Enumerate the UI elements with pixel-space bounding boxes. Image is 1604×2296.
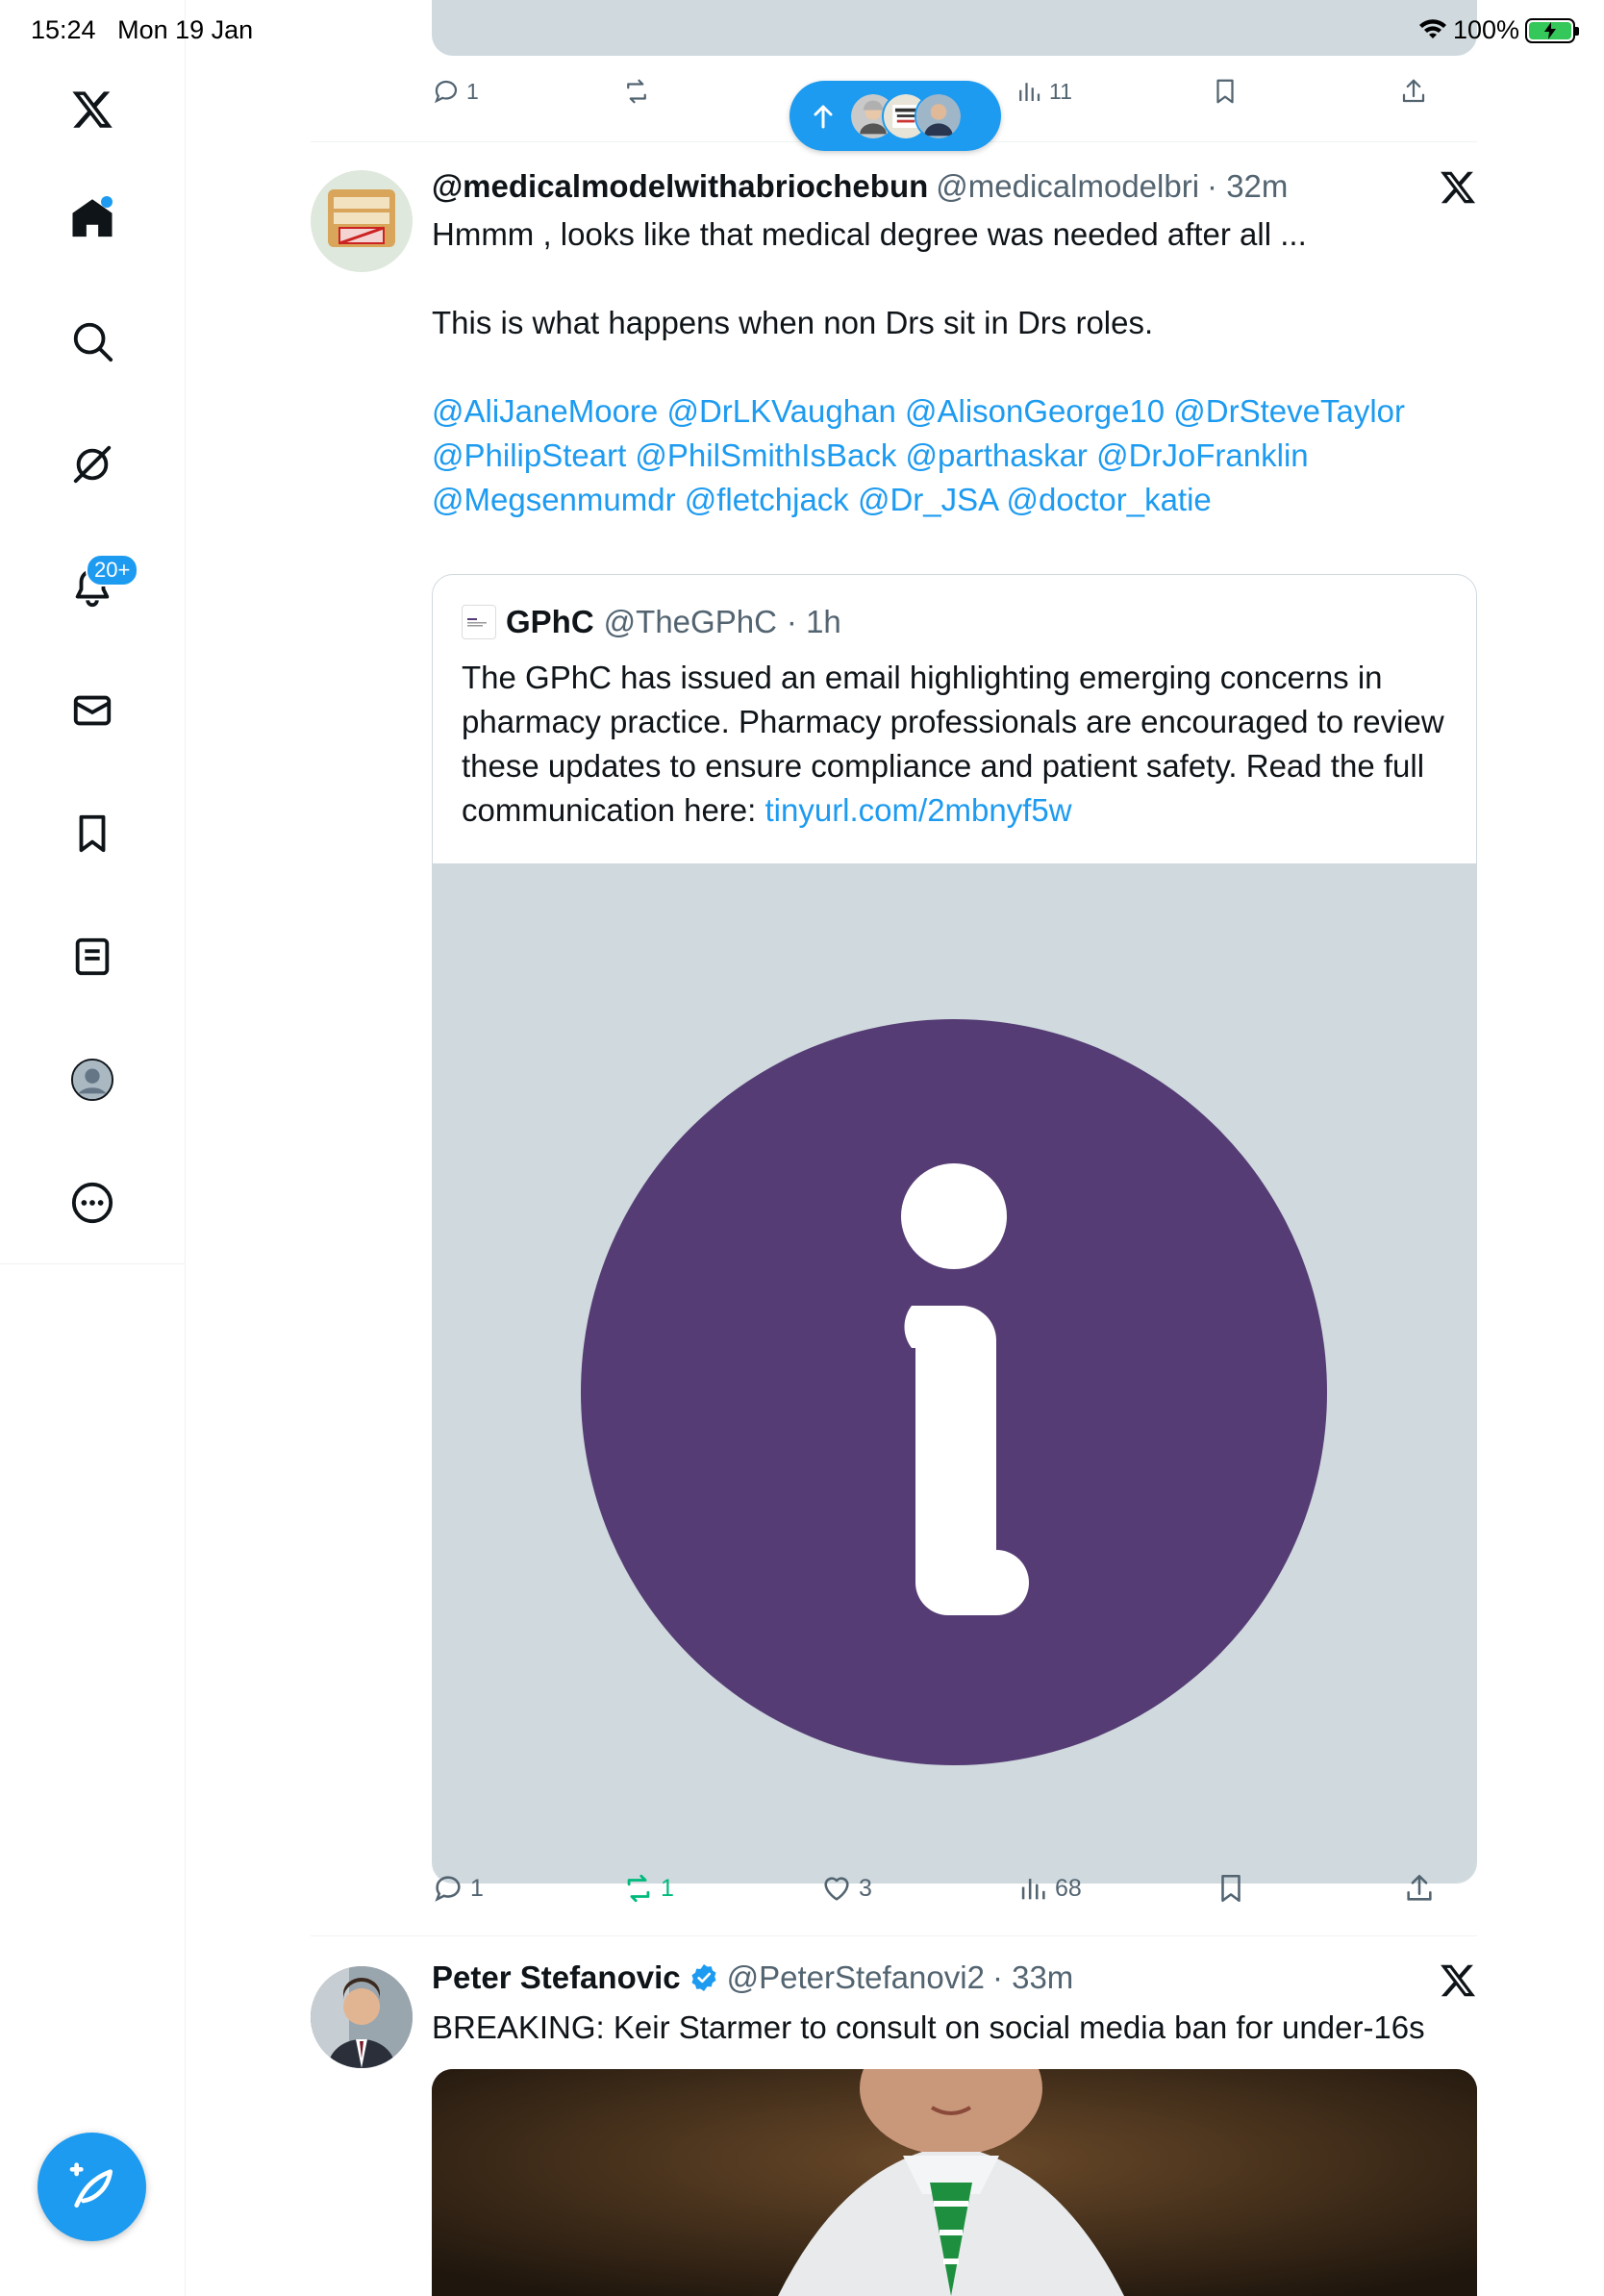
- sidebar-item-notifications[interactable]: 20+: [63, 554, 139, 617]
- sidebar-item-explore[interactable]: [63, 312, 122, 371]
- wifi-icon: [1418, 18, 1446, 38]
- sidebar-item-lists[interactable]: [63, 927, 122, 986]
- compose-button[interactable]: [38, 2133, 146, 2241]
- sidebar-item-more[interactable]: [63, 1173, 122, 1233]
- timestamp[interactable]: · 33m: [992, 1959, 1073, 1996]
- pill-avatar-icon: [915, 91, 963, 140]
- notification-badge: 20+: [86, 554, 139, 586]
- status-bar: 15:24 Mon 19 Jan 100%: [0, 0, 1604, 58]
- clock-time: 15:24: [31, 15, 96, 44]
- photo-child-image: [432, 2069, 1477, 2296]
- list-icon: [75, 937, 110, 976]
- sidebar-item-bookmarks[interactable]: [63, 804, 122, 863]
- avatar[interactable]: [311, 1966, 413, 2068]
- more-circle-icon: [71, 1182, 113, 1224]
- arrow-up-icon: [814, 105, 833, 128]
- sidebar-item-profile[interactable]: [63, 1050, 122, 1110]
- tweet-header: Peter Stefanovic @PeterStefanovi2 · 33m: [432, 1959, 1073, 1996]
- status-time: 15:24 Mon 19 Jan: [31, 15, 253, 45]
- sidebar-item-home[interactable]: [63, 188, 122, 248]
- x-logo-nav[interactable]: [63, 80, 122, 139]
- mail-icon: [73, 695, 112, 726]
- battery-icon: [1525, 17, 1579, 43]
- clock-date: Mon 19 Jan: [117, 15, 254, 44]
- search-icon: [73, 322, 113, 362]
- grok-icon: [73, 445, 112, 484]
- tweet-text: BREAKING: Keir Starmer to consult on soc…: [432, 2009, 1425, 2045]
- compose-feather-icon: [69, 2161, 113, 2208]
- x-logo-icon: [72, 91, 113, 128]
- new-posts-pill[interactable]: [789, 81, 1001, 151]
- x-source-icon: [1441, 1964, 1476, 1997]
- sidebar-item-grok[interactable]: [63, 435, 122, 494]
- tweet-photo[interactable]: [432, 2069, 1477, 2296]
- status-indicators: 100%: [1418, 15, 1579, 45]
- bookmark-icon: [79, 814, 106, 853]
- verified-badge-icon: [691, 1964, 716, 1991]
- sidebar-divider: [0, 1263, 186, 1264]
- peter-stefanovic-avatar-icon: [311, 1966, 413, 2068]
- display-name[interactable]: Peter Stefanovic: [432, 1959, 681, 1996]
- profile-avatar-icon: [70, 1058, 114, 1102]
- handle[interactable]: @PeterStefanovi2: [727, 1959, 985, 1996]
- timeline-feed[interactable]: 1 11 @medicalmodelwithabriochebun @medic…: [186, 0, 1604, 2296]
- tweet-peter-stefanovic[interactable]: Peter Stefanovic @PeterStefanovi2 · 33m …: [311, 0, 1477, 2296]
- sidebar-item-messages[interactable]: [63, 681, 122, 740]
- unread-dot: [101, 196, 113, 208]
- battery-percent: 100%: [1452, 15, 1519, 44]
- sidebar: 20+: [0, 0, 186, 2296]
